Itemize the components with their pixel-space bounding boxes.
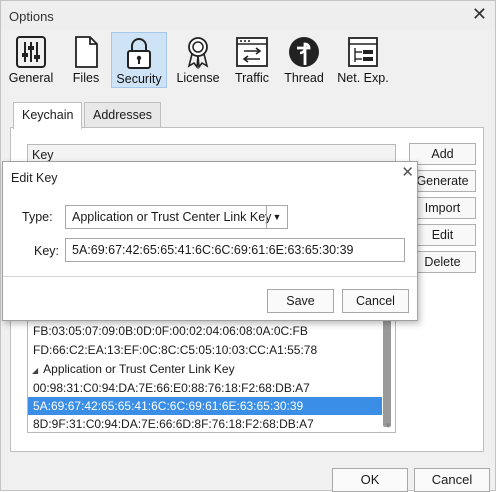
tool-label: Files bbox=[72, 71, 100, 85]
cancel-button[interactable]: Cancel bbox=[414, 468, 490, 492]
close-icon[interactable]: ✕ bbox=[401, 163, 414, 181]
edit-button[interactable]: Edit bbox=[409, 224, 476, 246]
dialog-title: Edit Key bbox=[11, 171, 58, 185]
group-label: Application or Trust Center Link Key bbox=[43, 362, 235, 376]
tab-addresses[interactable]: Addresses bbox=[84, 102, 162, 128]
tool-files[interactable]: Files bbox=[66, 32, 106, 88]
network-explorer-icon bbox=[348, 37, 378, 67]
close-icon[interactable]: ✕ bbox=[472, 4, 487, 25]
tool-label: Traffic bbox=[234, 71, 270, 85]
tool-label: Security bbox=[116, 72, 162, 86]
add-button[interactable]: Add bbox=[409, 143, 476, 165]
key-label: Key: bbox=[34, 244, 60, 258]
lock-icon bbox=[127, 38, 151, 69]
tool-security[interactable]: Security bbox=[111, 32, 167, 88]
tool-general[interactable]: General bbox=[8, 32, 54, 88]
tool-thread[interactable]: Thread bbox=[281, 32, 327, 88]
tab-keychain[interactable]: Keychain bbox=[13, 102, 83, 129]
document-icon bbox=[75, 36, 98, 68]
key-input[interactable] bbox=[65, 238, 405, 262]
delete-button[interactable]: Delete bbox=[409, 251, 476, 273]
dialog-divider bbox=[3, 276, 417, 277]
tool-license[interactable]: License bbox=[174, 32, 222, 88]
tool-traffic[interactable]: Traffic bbox=[229, 32, 275, 88]
list-item-selected[interactable]: 5A:69:67:42:65:65:41:6C:6C:69:61:6E:63:6… bbox=[28, 397, 382, 415]
title-bar: Options ✕ bbox=[1, 1, 495, 31]
dialog-cancel-button[interactable]: Cancel bbox=[342, 289, 409, 313]
import-button[interactable]: Import bbox=[409, 197, 476, 219]
list-item[interactable]: FD:66:C2:EA:13:EF:0C:8C:C5:05:10:03:CC:A… bbox=[28, 341, 382, 359]
collapse-triangle-icon[interactable]: ◢ bbox=[32, 366, 38, 375]
generate-button[interactable]: Generate bbox=[409, 170, 476, 192]
type-dropdown[interactable]: Application or Trust Center Link Key ▼ bbox=[65, 205, 288, 229]
list-item[interactable]: FB:03:05:07:09:0B:0D:0F:00:02:04:06:08:0… bbox=[28, 322, 382, 340]
list-item[interactable]: 8D:9F:31:C0:94:DA:7E:66:6D:8F:76:18:F2:6… bbox=[28, 415, 382, 432]
edit-key-dialog: Edit Key ✕ Type: Application or Trust Ce… bbox=[2, 161, 418, 321]
tool-label: Thread bbox=[284, 71, 324, 85]
chevron-down-icon[interactable]: ▼ bbox=[266, 206, 287, 228]
options-window: Options ✕ General Files Security License… bbox=[0, 0, 496, 492]
award-ribbon-icon bbox=[187, 37, 209, 69]
tool-label: General bbox=[8, 71, 54, 85]
sliders-icon bbox=[16, 36, 46, 68]
type-dropdown-value: Application or Trust Center Link Key bbox=[72, 210, 272, 224]
traffic-window-icon bbox=[236, 37, 268, 67]
save-button[interactable]: Save bbox=[267, 289, 334, 313]
tool-label: License bbox=[176, 71, 220, 85]
thread-logo-icon bbox=[289, 37, 319, 67]
vertical-scrollbar[interactable] bbox=[383, 317, 391, 427]
scroll-down-icon[interactable]: ▼ bbox=[384, 421, 392, 430]
tool-net-exp[interactable]: Net. Exp. bbox=[335, 32, 391, 88]
tool-label: Net. Exp. bbox=[337, 71, 389, 85]
type-label: Type: bbox=[22, 210, 53, 224]
list-item[interactable]: 00:98:31:C0:94:DA:7E:66:E0:88:76:18:F2:6… bbox=[28, 379, 382, 397]
list-group-header[interactable]: ◢ Application or Trust Center Link Key bbox=[28, 360, 382, 378]
ok-button[interactable]: OK bbox=[332, 468, 408, 492]
window-title: Options bbox=[9, 9, 54, 24]
